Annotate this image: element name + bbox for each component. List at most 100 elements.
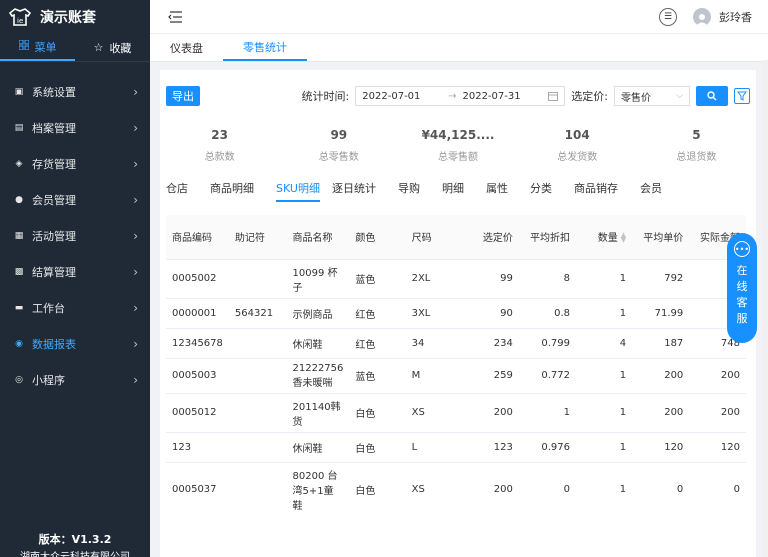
cell: 1 [575,297,633,328]
chevron-right-icon: › [133,301,138,315]
stat-label: 总款数 [204,152,235,163]
sidebar-item-label: 工作台 [32,302,65,315]
archive-icon: ▤ [14,123,24,133]
date-end: 2022-07-31 [462,90,521,102]
cell: 1 [575,258,633,298]
table-row[interactable]: 0005012 201140韩货 白色 XS 200 1 1 200 200 [166,392,746,432]
chevron-right-icon: › [133,373,138,387]
menu-icon[interactable]: ☰ [659,7,677,26]
chevron-right-icon: › [133,157,138,171]
tab-category[interactable]: 分类 [530,180,562,202]
col-header: 平均折扣 [518,215,576,259]
cell [228,327,287,358]
online-service-button[interactable]: ••• 在线客服 [727,233,757,343]
cell: 红色 [349,297,406,328]
date-range-picker[interactable]: 2022-07-01 → 2022-07-31 [355,86,566,106]
cell: 红色 [349,327,406,358]
sidebar-item-miniapp[interactable]: ◎ 小程序 › [0,362,150,398]
col-header: 助记符 [228,215,287,259]
tab-product-detail[interactable]: 商品明细 [210,180,264,202]
chat-icon: ••• [734,241,750,257]
cell: 1 [575,357,633,393]
col-header-quantity[interactable]: 数量 ▲ ▼ [575,215,633,259]
sidebar-item-settlement[interactable]: ▩ 结算管理 › [0,254,150,290]
tab-sku-detail[interactable]: SKU明细 [276,180,320,202]
chevron-right-icon: › [133,265,138,279]
price-label: 选定价: [571,90,608,103]
tab-daily[interactable]: 逐日统计 [332,180,386,202]
cell: 1 [575,392,633,432]
page-tabs: 仪表盘 零售统计 [150,34,768,62]
cell: 564321 [228,297,287,328]
sort-icon[interactable]: ▲ ▼ [621,232,626,244]
cell: 0.976 [518,431,576,462]
cell: 99 [462,258,519,298]
calendar-icon [548,92,559,101]
tab-dashboard[interactable]: 仪表盘 [150,35,223,61]
tab-member[interactable]: 会员 [640,180,672,202]
logo-icon: ie [8,8,32,26]
sidebar-item-label: 活动管理 [32,230,76,243]
cell: 1 [575,461,633,516]
table-row[interactable]: 0000001564321示例商品红色3XL900.8171.9971 [166,297,746,328]
toolbar: 导出 统计时间: 2022-07-01 → 2022-07-31 选定价: 零售… [166,86,750,106]
avatar[interactable] [693,7,711,26]
cell [228,357,287,393]
cell: 0 [632,461,690,516]
collapse-menu-icon[interactable] [168,10,182,23]
tab-store[interactable]: 仓店 [166,180,198,202]
tab-detail[interactable]: 明细 [442,180,474,202]
cell [228,461,287,516]
tab-attributes[interactable]: 属性 [486,180,518,202]
top-right: ☰ 彭玲香 [659,7,752,26]
col-header: 选定价 [462,215,519,259]
miniapp-icon: ◎ [15,375,23,385]
table-row[interactable]: 123 休闲鞋 白色 L 123 0.976 1 120 120 [166,431,746,462]
filter-button[interactable] [734,88,750,104]
arrow-right-icon: → [448,90,457,102]
date-start: 2022-07-01 [362,90,421,102]
cell: 71.99 [632,297,690,328]
tab-favorites[interactable]: ☆ 收藏 [75,34,150,61]
cell: 0005003 [166,357,229,393]
cell: XS [405,461,463,516]
sidebar-item-inventory[interactable]: ◈ 存货管理 › [0,146,150,182]
tab-menu[interactable]: 菜单 [0,34,75,61]
stat-total-retail-amount: ¥44,125.... 总零售额 [398,128,517,168]
table-row[interactable]: 0005003 21222756 香未暖喘 蓝色 M 259 0.772 1 200 200 [166,357,746,393]
workbench-icon: ▬ [14,303,24,313]
sidebar-item-member[interactable]: ● 会员管理 › [0,182,150,218]
sidebar-item-label: 会员管理 [32,194,76,207]
price-select[interactable]: 零售价 ⌵ [614,86,690,106]
stat-value: ¥44,125.... [421,128,495,142]
search-button[interactable] [696,86,728,106]
sidebar-item-system-settings[interactable]: ▣ 系统设置 › [0,74,150,110]
cell: 4 [575,327,633,358]
cell: 3XL [405,297,463,328]
col-header-label: 数量 [597,233,618,245]
chevron-right-icon: › [133,85,138,99]
cell: 200 [632,357,690,393]
cell: 792 [632,258,690,298]
cell: 0000001 [166,297,229,328]
tab-guide[interactable]: 导购 [398,180,430,202]
stat-total-retail-count: 99 总零售数 [279,128,398,168]
settlement-icon: ▩ [14,267,24,277]
cell: 187 [632,327,690,358]
tab-product-stock[interactable]: 商品销存 [574,180,628,202]
sidebar-item-activity[interactable]: ▦ 活动管理 › [0,218,150,254]
table-row[interactable]: 12345678 休闲鞋 红色 34 234 0.799 4 187 748 [166,327,746,358]
col-header: 尺码 [405,215,463,259]
cell [228,431,287,462]
table-row[interactable]: 0005037 80200 台湾5+1童鞋 白色 XS 200 0 1 0 0 [166,461,746,516]
app-title: 演示账套 [40,10,96,26]
table-row[interactable]: 000500210099 杯子蓝色2XL99817927 [166,258,746,298]
tab-retail-stats[interactable]: 零售统计 [223,35,307,61]
sidebar-item-archive[interactable]: ▤ 档案管理 › [0,110,150,146]
cell: XS [405,392,463,432]
scrollbar[interactable] [763,60,768,557]
sidebar-item-workbench[interactable]: ▬ 工作台 › [0,290,150,326]
export-button[interactable]: 导出 [166,86,200,106]
sidebar-item-reports[interactable]: ◉ 数据报表 › [0,326,150,362]
user-name[interactable]: 彭玲香 [719,9,752,25]
